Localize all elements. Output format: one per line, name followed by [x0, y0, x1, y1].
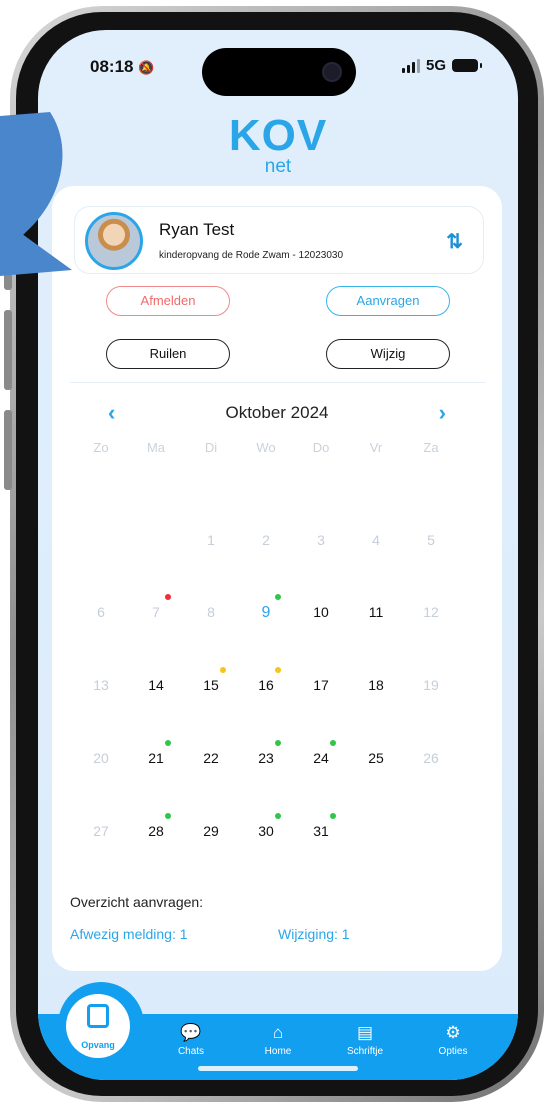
tab-label: Opvang — [81, 1040, 115, 1050]
calendar-day[interactable]: 21 — [129, 750, 183, 774]
calendar-day[interactable]: 8 — [184, 604, 238, 628]
front-camera — [322, 62, 342, 82]
phone-screen: 08:18 🔕 5G KOV net Ryan Test kinderopvan… — [38, 30, 518, 1080]
calendar-day[interactable]: 2 — [239, 532, 293, 556]
app-logo: KOV net — [38, 111, 518, 177]
calendar-day[interactable]: 3 — [294, 532, 348, 556]
promo-stage: 08:18 🔕 5G KOV net Ryan Test kinderopvan… — [0, 0, 548, 1106]
tab-opvang[interactable]: Opvang — [66, 994, 130, 1058]
divider — [70, 382, 486, 383]
weekday-label: Ma — [146, 440, 166, 455]
afmelden-button[interactable]: Afmelden — [106, 286, 230, 316]
status-indicators: 5G — [401, 57, 482, 74]
aanvragen-button[interactable]: Aanvragen — [326, 286, 450, 316]
signal-icon — [401, 58, 420, 73]
child-selector[interactable]: Ryan Test kinderopvang de Rode Zwam - 12… — [74, 206, 484, 274]
wijzig-button[interactable]: Wijzig — [326, 339, 450, 369]
calendar-day[interactable]: 14 — [129, 677, 183, 701]
day-status-dot — [330, 740, 336, 746]
calendar-day[interactable]: 18 — [349, 677, 403, 701]
weekday-label: Wo — [256, 440, 276, 455]
calendar-day[interactable]: 13 — [74, 677, 128, 701]
calendar-day[interactable]: 5 — [404, 532, 458, 556]
calendar-day[interactable]: 12 — [404, 604, 458, 628]
pointer-arrow-icon — [0, 112, 72, 276]
logo-main: KOV — [228, 111, 328, 160]
calendar-day[interactable]: 31 — [294, 823, 348, 847]
chat-bubble-icon: 💬 — [180, 1023, 202, 1042]
tab-chats[interactable]: 💬 Chats — [156, 1023, 226, 1058]
calendar-day[interactable]: 6 — [74, 604, 128, 628]
tab-home[interactable]: ⌂ Home — [243, 1023, 313, 1058]
weekday-label: Di — [204, 440, 218, 455]
calendar-day[interactable]: 29 — [184, 823, 238, 847]
weekday-label: Do — [312, 440, 330, 455]
month-navigation: ‹ Oktober 2024 › — [92, 400, 462, 426]
calendar-day[interactable]: 1 — [184, 532, 238, 556]
day-status-dot — [220, 667, 226, 673]
calendar-day[interactable]: 23 — [239, 750, 293, 774]
chevron-right-icon[interactable]: › — [439, 400, 446, 426]
overview-title: Overzicht aanvragen: — [70, 894, 204, 910]
status-time: 08:18 🔕 — [90, 57, 155, 76]
calendar-day[interactable]: 28 — [129, 823, 183, 847]
tab-opties[interactable]: ⚙ Opties — [418, 1023, 488, 1058]
calendar-day[interactable]: 19 — [404, 677, 458, 701]
dynamic-island — [202, 48, 356, 96]
logo-sub: net — [264, 156, 292, 177]
change-requests-link[interactable]: Wijziging: 1 — [278, 926, 350, 942]
calendar-icon — [87, 1004, 109, 1028]
home-icon: ⌂ — [272, 1023, 284, 1042]
calendar-day[interactable]: 22 — [184, 750, 238, 774]
calendar-day[interactable]: 16 — [239, 677, 293, 701]
child-location: kinderopvang de Rode Zwam - 12023030 — [159, 250, 344, 261]
gear-icon: ⚙ — [445, 1023, 461, 1042]
volume-up-button — [4, 310, 12, 390]
weekday-label: Vr — [369, 440, 383, 455]
tab-label: Schriftje — [346, 1046, 384, 1057]
day-status-dot — [330, 813, 336, 819]
child-name: Ryan Test — [159, 220, 235, 239]
calendar-day[interactable]: 30 — [239, 823, 293, 847]
bell-off-icon: 🔕 — [138, 60, 155, 75]
swap-arrows-icon[interactable]: ⇅ — [446, 229, 463, 254]
tab-schriftje[interactable]: ▤ Schriftje — [330, 1023, 400, 1058]
day-status-dot — [165, 594, 171, 600]
calendar-day[interactable]: 4 — [349, 532, 403, 556]
calendar-day[interactable]: 24 — [294, 750, 348, 774]
day-status-dot — [275, 740, 281, 746]
ruilen-button[interactable]: Ruilen — [106, 339, 230, 369]
calendar-day[interactable]: 15 — [184, 677, 238, 701]
absent-requests-link[interactable]: Afwezig melding: 1 — [70, 926, 188, 942]
calendar-day[interactable]: 27 — [74, 823, 128, 847]
weekday-label: Za — [423, 440, 439, 455]
month-title: Oktober 2024 — [225, 403, 329, 422]
calendar-day[interactable]: 9 — [239, 604, 293, 628]
day-status-dot — [165, 740, 171, 746]
battery-icon — [452, 59, 482, 72]
calendar-day[interactable]: 20 — [74, 750, 128, 774]
home-indicator — [198, 1066, 358, 1071]
tab-label: Home — [264, 1046, 292, 1057]
calendar-day[interactable]: 10 — [294, 604, 348, 628]
calendar-day[interactable]: 25 — [349, 750, 403, 774]
volume-down-button — [4, 410, 12, 490]
calendar-day[interactable]: 7 — [129, 604, 183, 628]
weekday-label: Zo — [93, 440, 109, 455]
calendar-day[interactable]: 26 — [404, 750, 458, 774]
tab-label: Opties — [438, 1046, 468, 1057]
day-status-dot — [275, 594, 281, 600]
calendar-day[interactable]: 17 — [294, 677, 348, 701]
day-status-dot — [275, 813, 281, 819]
opvang-card: Ryan Test kinderopvang de Rode Zwam - 12… — [52, 186, 502, 971]
book-icon: ▤ — [356, 1023, 374, 1042]
day-status-dot — [275, 667, 281, 673]
tab-label: Chats — [177, 1046, 205, 1057]
day-status-dot — [165, 813, 171, 819]
calendar-day[interactable]: 11 — [349, 604, 403, 628]
network-label: 5G — [425, 57, 446, 74]
